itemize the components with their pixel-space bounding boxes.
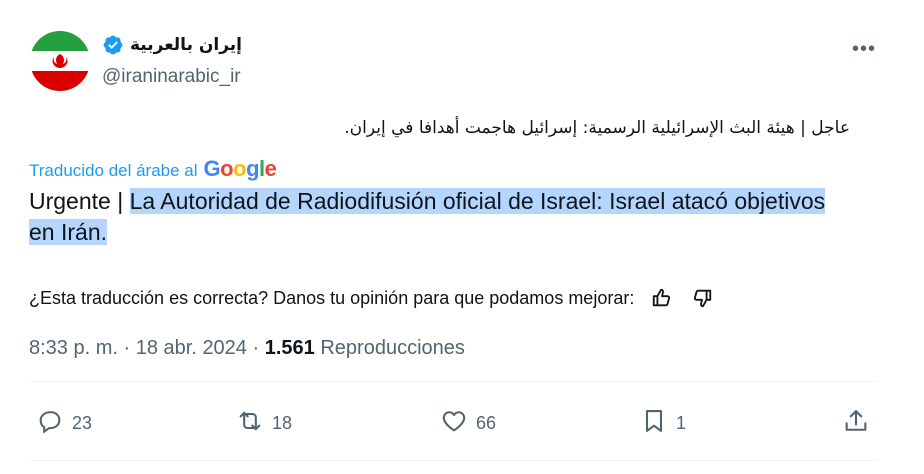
translated-text: Urgente | La Autoridad de Radiodifusión … — [29, 186, 849, 248]
tweet-actions: 23 18 66 1 — [36, 407, 876, 437]
reply-icon — [36, 407, 64, 440]
original-tweet-text: عاجل | هيئة البث الإسرائيلية الرسمية: إس… — [344, 118, 850, 138]
translation-feedback: ¿Esta traducción es correcta? Danos tu o… — [29, 286, 714, 310]
translated-by-link[interactable]: Traducido del árabe al Google — [29, 156, 277, 182]
translation-highlighted: La Autoridad de Radiodifusión oficial de… — [29, 188, 826, 245]
bookmark-icon — [640, 407, 668, 440]
thumbs-up-icon[interactable] — [650, 286, 674, 310]
tweet-date[interactable]: 18 abr. 2024 — [136, 337, 247, 359]
repost-icon — [236, 407, 264, 440]
repost-count: 18 — [272, 413, 293, 433]
divider — [29, 381, 878, 382]
feedback-question: ¿Esta traducción es correcta? Danos tu o… — [29, 287, 635, 308]
like-button[interactable]: 66 — [440, 407, 496, 440]
reply-count: 23 — [72, 413, 93, 433]
repost-button[interactable]: 18 — [236, 407, 292, 440]
author-display-name[interactable]: إيران بالعربية — [130, 35, 242, 55]
divider — [29, 460, 878, 461]
avatar[interactable] — [30, 31, 90, 91]
author-handle[interactable]: @iraninarabic_ir — [102, 66, 241, 88]
verified-badge-icon — [102, 34, 124, 56]
tweet-time[interactable]: 8:33 p. m. — [29, 337, 118, 359]
views-label: Reproducciones — [320, 337, 465, 359]
views-count: 1.561 — [264, 337, 315, 359]
share-button[interactable] — [842, 407, 870, 440]
bookmark-button[interactable]: 1 — [640, 407, 686, 440]
reply-button[interactable]: 23 — [36, 407, 92, 440]
translated-by-label: Traducido del árabe al — [29, 161, 198, 180]
tweet-card: إيران بالعربية @iraninarabic_ir ••• عاجل… — [0, 0, 924, 474]
share-icon — [842, 407, 870, 440]
author-name-row[interactable]: إيران بالعربية — [102, 34, 242, 56]
like-count: 66 — [476, 413, 497, 433]
more-icon[interactable]: ••• — [852, 38, 876, 61]
iran-flag-icon — [30, 31, 90, 91]
google-logo: Google — [203, 156, 277, 181]
meta-separator: · — [246, 337, 265, 359]
bookmark-count: 1 — [676, 413, 687, 433]
translation-prefix: Urgente | — [29, 188, 130, 214]
tweet-meta: 8:33 p. m. · 18 abr. 2024 · 1.561 Reprod… — [29, 337, 465, 360]
thumbs-down-icon[interactable] — [690, 286, 714, 310]
meta-separator: · — [117, 337, 136, 359]
like-icon — [440, 407, 468, 440]
